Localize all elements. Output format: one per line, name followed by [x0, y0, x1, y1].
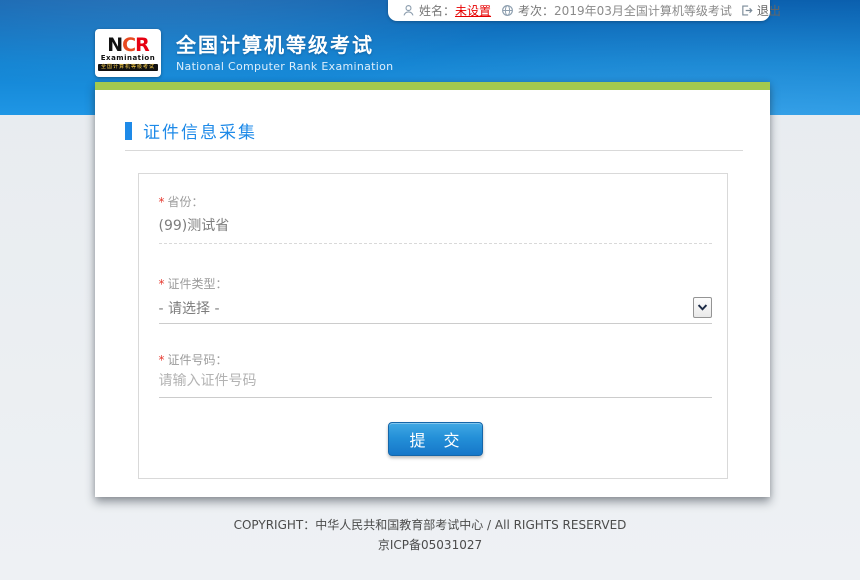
main-card: 证件信息采集 *省份： (99)测试省 *证件类型： - 请选择 -: [95, 82, 770, 497]
site-title-cn: 全国计算机等级考试: [176, 33, 393, 57]
required-asterisk: *: [159, 353, 165, 367]
required-asterisk: *: [159, 195, 165, 209]
cert-type-label: 证件类型：: [168, 277, 228, 291]
user-bar: 姓名： 未设置 考次： 2019年03月全国计算机等级考试 退出: [388, 0, 770, 21]
cert-number-field: *证件号码：: [159, 324, 712, 398]
name-label: 姓名：: [419, 2, 455, 19]
page-title: 证件信息采集: [143, 118, 257, 143]
logo-tagline: 全国计算机等级考试: [98, 64, 158, 71]
session-icon: [501, 4, 514, 17]
session-value: 2019年03月全国计算机等级考试: [554, 2, 732, 19]
form-panel: *省份： (99)测试省 *证件类型： - 请选择 - *证件号码：: [138, 173, 728, 479]
session-label: 考次：: [518, 2, 554, 19]
province-label: 省份：: [168, 195, 204, 209]
title-accent-bar: [125, 122, 132, 140]
cert-type-dropdown-button[interactable]: [693, 297, 712, 318]
logout-button[interactable]: 退出: [738, 2, 781, 19]
page-title-row: 证件信息采集: [125, 118, 740, 143]
logo-letters: NCR: [107, 36, 149, 54]
submit-button[interactable]: 提 交: [388, 422, 483, 456]
ncre-logo: NCR Examination 全国计算机等级考试: [95, 29, 161, 77]
page-footer: COPYRIGHT：中华人民共和国教育部考试中心 / All RIGHTS RE…: [0, 516, 860, 555]
icp-number: 京ICP备05031027: [0, 536, 860, 555]
copyright-text: COPYRIGHT：中华人民共和国教育部考试中心 / All RIGHTS RE…: [0, 516, 860, 535]
title-divider: [125, 150, 743, 151]
brand-text: 全国计算机等级考试 National Computer Rank Examina…: [176, 29, 393, 73]
required-asterisk: *: [159, 277, 165, 291]
cert-type-field: *证件类型： - 请选择 -: [159, 244, 712, 324]
submit-row: 提 交: [159, 422, 712, 456]
logout-label: 退出: [757, 2, 781, 19]
brand-header: NCR Examination 全国计算机等级考试 全国计算机等级考试 Nati…: [95, 29, 393, 77]
chevron-down-icon: [697, 304, 708, 311]
site-title-en: National Computer Rank Examination: [176, 60, 393, 73]
province-field: *省份： (99)测试省: [159, 174, 712, 244]
cert-type-label-row: *证件类型：: [159, 275, 712, 292]
cert-type-selected-value: - 请选择 -: [159, 298, 220, 318]
cert-number-label-row: *证件号码：: [159, 351, 712, 368]
name-value-link[interactable]: 未设置: [455, 2, 491, 19]
logo-examination-text: Examination: [101, 54, 155, 62]
cert-number-input[interactable]: [159, 373, 712, 389]
logout-icon: [740, 4, 753, 17]
user-icon: [402, 4, 415, 17]
province-label-row: *省份：: [159, 193, 712, 210]
province-value: (99)测试省: [159, 215, 712, 244]
cert-type-select[interactable]: - 请选择 -: [159, 297, 712, 324]
cert-number-label: 证件号码：: [168, 353, 228, 367]
